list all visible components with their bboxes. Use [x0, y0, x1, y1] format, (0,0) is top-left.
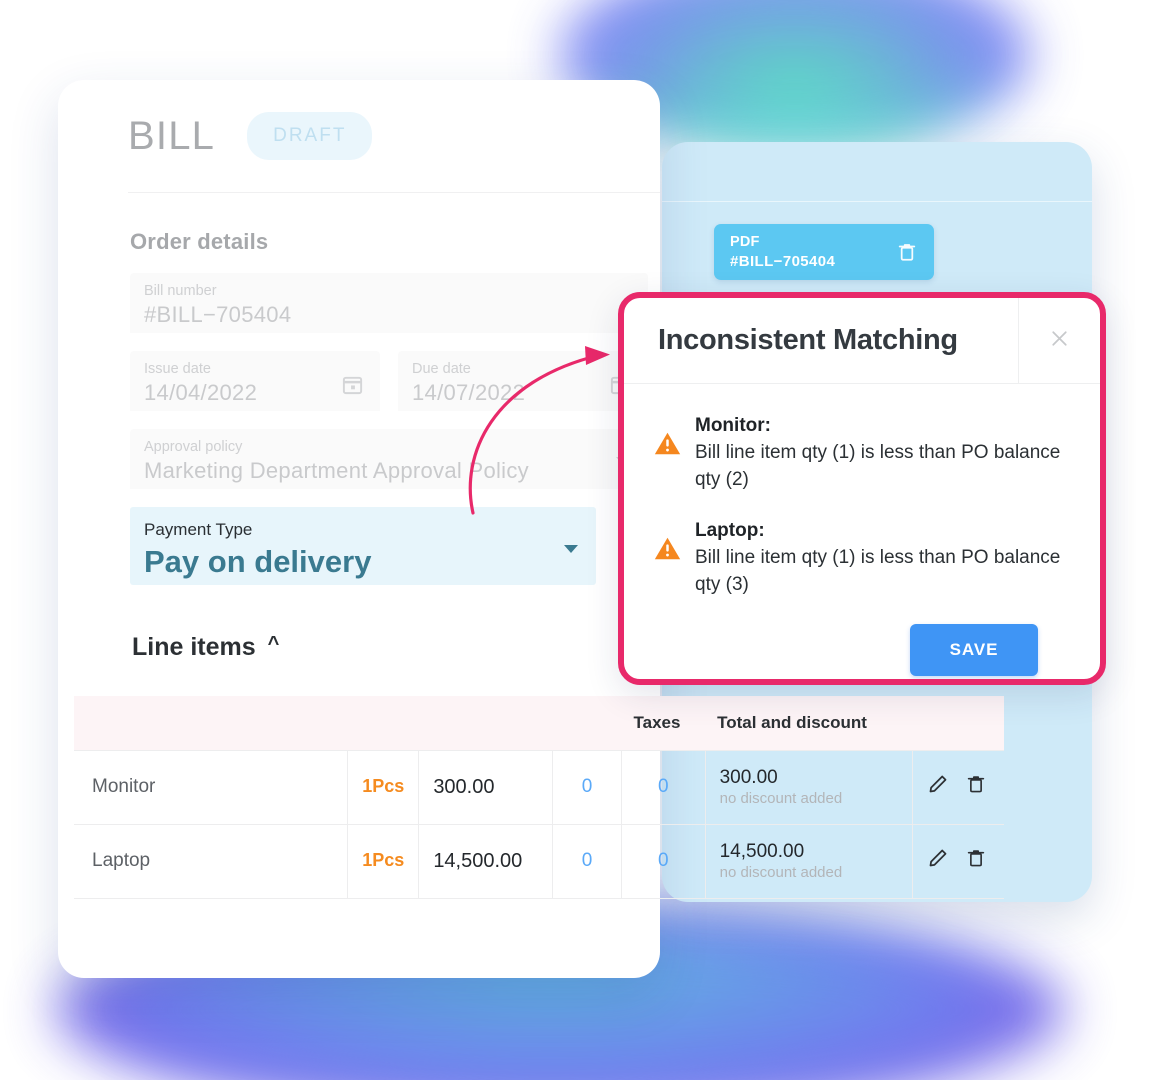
page-title: BILL — [128, 113, 216, 158]
cell-tax[interactable]: 0 — [658, 850, 669, 871]
date-fields-row: Issue date 14/04/2022 Due date 14/07/202… — [130, 351, 648, 429]
row-actions — [927, 773, 991, 801]
cell-tax[interactable]: 0 — [658, 776, 669, 797]
warning-item: Laptop: Bill line item qty (1) is less t… — [654, 517, 1066, 598]
chevron-up-icon[interactable]: ^ — [268, 633, 280, 656]
issue-date-field[interactable]: Issue date 14/04/2022 — [130, 351, 380, 411]
warning-text: Monitor: Bill line item qty (1) is less … — [695, 412, 1066, 493]
payment-type-field[interactable]: Payment Type Pay on delivery — [130, 507, 596, 585]
warning-item-name: Laptop: — [695, 520, 765, 541]
pdf-attachment-chip[interactable]: PDF #BILL−705404 — [714, 224, 934, 280]
line-items-table-head: Taxes Total and discount — [74, 696, 1004, 750]
warning-item-message: Bill line item qty (1) is less than PO b… — [695, 547, 1061, 595]
save-button[interactable]: SAVE — [910, 624, 1038, 676]
trash-icon[interactable] — [896, 240, 918, 264]
decorative-blob-top-b — [605, 0, 985, 132]
approval-policy-value: Marketing Department Approval Policy — [144, 458, 529, 483]
cell-total: 14,500.00 — [719, 840, 805, 862]
line-items-heading: Line items — [132, 633, 256, 661]
line-items-heading-row[interactable]: Line items ^ — [58, 603, 660, 662]
warning-item-message: Bill line item qty (1) is less than PO b… — [695, 442, 1061, 490]
issue-date-label: Issue date — [144, 361, 211, 377]
calendar-icon[interactable] — [341, 373, 364, 396]
table-row[interactable]: Monitor 1Pcs 300.00 0 0 300.00 no discou… — [74, 750, 1004, 824]
cell-name: Monitor — [92, 776, 156, 797]
cell-rate: 14,500.00 — [433, 849, 523, 872]
pdf-type-label: PDF — [730, 234, 760, 251]
approval-policy-label: Approval policy — [144, 439, 243, 455]
dialog-body: Monitor: Bill line item qty (1) is less … — [624, 384, 1100, 676]
close-icon — [1047, 326, 1072, 356]
dialog-title: Inconsistent Matching — [658, 324, 958, 356]
row-actions — [927, 847, 991, 875]
warning-triangle-icon — [654, 431, 681, 493]
cell-qty: 1Pcs — [362, 850, 405, 871]
col-discount — [552, 696, 622, 750]
dialog-footer: SAVE — [654, 622, 1066, 676]
cell-discount[interactable]: 0 — [582, 776, 593, 797]
due-date-label: Due date — [412, 361, 471, 377]
approval-policy-field[interactable]: Approval policy Marketing Department App… — [130, 429, 648, 489]
bill-number-value: #BILL−705404 — [144, 302, 292, 327]
col-actions — [912, 696, 1004, 750]
warning-triangle-icon — [654, 536, 681, 598]
cell-qty: 1Pcs — [362, 776, 405, 796]
warning-item: Monitor: Bill line item qty (1) is less … — [654, 412, 1066, 493]
col-total: Total and discount — [705, 696, 912, 750]
issue-date-value: 14/04/2022 — [144, 380, 258, 405]
cell-total-note: no discount added — [719, 863, 843, 881]
warning-text: Laptop: Bill line item qty (1) is less t… — [695, 517, 1066, 598]
due-date-field[interactable]: Due date 14/07/2022 — [398, 351, 648, 411]
col-taxes: Taxes — [621, 696, 706, 750]
table-row[interactable]: Laptop 1Pcs 14,500.00 0 0 14,500.00 no d… — [74, 824, 1004, 898]
chevron-down-icon[interactable] — [564, 545, 578, 553]
cell-total: 300.00 — [719, 766, 778, 788]
close-button[interactable] — [1018, 298, 1100, 383]
cell-discount[interactable]: 0 — [582, 850, 593, 871]
line-items-table: Taxes Total and discount Monitor 1Pcs 30… — [74, 696, 1004, 898]
pencil-icon[interactable] — [927, 773, 949, 801]
table-header-row: Taxes Total and discount — [74, 696, 1004, 750]
col-name — [74, 696, 348, 750]
dialog-header: Inconsistent Matching — [624, 298, 1100, 384]
bill-card-header: BILL DRAFT — [58, 80, 660, 192]
screenshot-root: PDF #BILL−705404 BILL DRAFT Order detail… — [0, 0, 1169, 1080]
pdf-file-name: #BILL−705404 — [730, 252, 836, 270]
bill-number-field[interactable]: Bill number #BILL−705404 — [130, 273, 648, 333]
trash-icon[interactable] — [965, 773, 987, 801]
bill-number-label: Bill number — [144, 283, 217, 299]
pdf-attachment-text: PDF #BILL−705404 — [730, 233, 886, 271]
due-date-value: 14/07/2022 — [412, 380, 526, 405]
col-rate — [418, 696, 553, 750]
pencil-icon[interactable] — [927, 847, 949, 875]
cell-total-note: no discount added — [719, 789, 843, 807]
line-items-table-wrap: Taxes Total and discount Monitor 1Pcs 30… — [74, 696, 1004, 912]
inconsistent-matching-dialog: Inconsistent Matching Monitor: Bill line… — [618, 292, 1106, 685]
cell-name: Laptop — [92, 850, 151, 872]
payment-type-value: Pay on delivery — [144, 544, 372, 579]
line-items-table-body: Monitor 1Pcs 300.00 0 0 300.00 no discou… — [74, 750, 1004, 898]
order-details-heading: Order details — [130, 229, 269, 254]
trash-icon[interactable] — [965, 847, 987, 875]
cell-rate: 300.00 — [433, 775, 495, 798]
panel-divider — [662, 201, 1092, 202]
status-badge: DRAFT — [247, 112, 373, 160]
col-qty — [347, 696, 419, 750]
payment-type-label: Payment Type — [144, 520, 253, 539]
table-bottom-divider — [74, 898, 1004, 912]
order-details-form: Bill number #BILL−705404 Issue date 14/0… — [58, 273, 660, 585]
warning-item-name: Monitor: — [695, 415, 771, 436]
